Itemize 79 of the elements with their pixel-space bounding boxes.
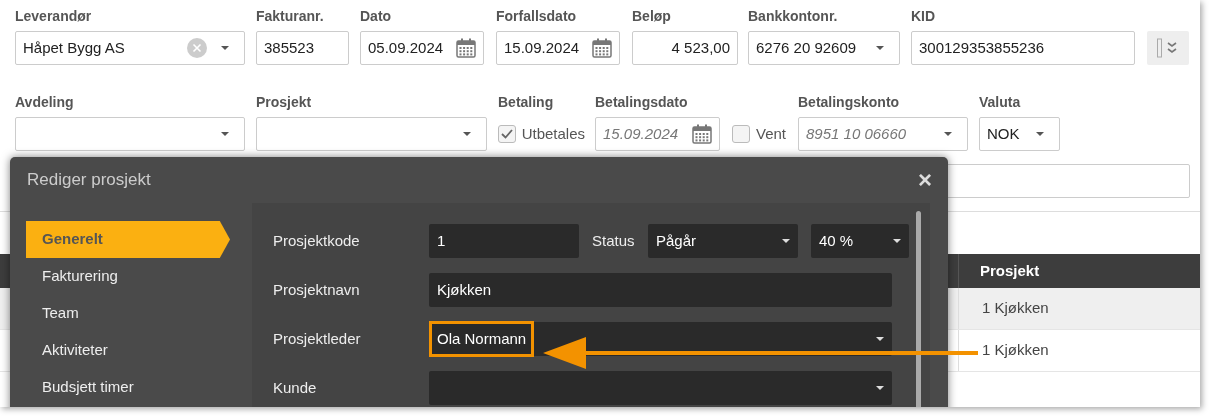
field-label: Bankkontonr. (748, 7, 839, 26)
field-label: Forfallsdato (496, 7, 578, 26)
caret-icon (782, 239, 790, 243)
select-field[interactable] (429, 371, 892, 405)
clear-icon[interactable] (187, 38, 207, 58)
date-field[interactable]: 05.09.2024 (360, 31, 484, 65)
field-label: Prosjekt (256, 93, 313, 112)
select-field[interactable]: NOK (979, 117, 1060, 151)
text-field[interactable]: 1 (429, 224, 579, 258)
field-label: Status (592, 230, 636, 251)
close-button[interactable]: × (918, 168, 932, 192)
field-value: 300129353855236 (919, 37, 1045, 58)
field-label: Prosjektnavn (273, 279, 361, 300)
field-label: Valuta (979, 93, 1022, 112)
field-placeholder: 8951 10 06660 (806, 123, 907, 144)
progress-select[interactable]: 40 % (811, 224, 909, 258)
text-field[interactable]: 385523 (256, 31, 349, 65)
supplier-select[interactable]: Håpet Bygg AS (15, 31, 245, 65)
expand-icon (1157, 38, 1179, 58)
select-field[interactable]: 6276 20 92609 (748, 31, 900, 65)
field-label: Prosjektleder (273, 328, 362, 349)
checkbox-label: Vent (756, 123, 787, 144)
field-placeholder: 15.09.2024 (603, 123, 679, 144)
caret-icon (944, 132, 952, 136)
caret-icon (221, 46, 229, 50)
field-value: 385523 (264, 37, 315, 58)
caret-icon (463, 132, 471, 136)
field-label: Dato (360, 7, 393, 26)
caret-icon (893, 239, 901, 243)
caret-icon (1036, 132, 1044, 136)
calendar-icon (692, 124, 712, 144)
calendar-icon (456, 38, 476, 58)
select-field[interactable] (256, 117, 487, 151)
date-field[interactable]: 15.09.2024 (595, 117, 720, 151)
scrollbar[interactable] (916, 211, 921, 407)
nav-item[interactable]: Fakturering (26, 258, 252, 295)
select-field[interactable] (15, 117, 245, 151)
dialog-title: Rediger prosjekt (27, 169, 151, 192)
caret-icon (876, 386, 884, 390)
status-select[interactable]: Pågår (648, 224, 798, 258)
table-cell-text: 1 Kjøkken (982, 340, 1049, 361)
field-value: 15.09.2024 (504, 37, 580, 58)
caret-icon (221, 132, 229, 136)
field-label: Avdeling (15, 93, 75, 112)
field-label: Kunde (273, 377, 318, 398)
calendar-icon (592, 38, 612, 58)
field-label: Fakturanr. (256, 7, 325, 26)
field-value: Kjøkken (437, 279, 492, 300)
table-cell-text: 1 Kjøkken (982, 298, 1049, 319)
field-value: 6276 20 92609 (756, 37, 857, 58)
caret-icon (876, 337, 884, 341)
expand-button[interactable] (1147, 31, 1189, 65)
nav-item[interactable]: Generelt (26, 221, 230, 258)
amount-field[interactable]: 4 523,00 (632, 31, 738, 65)
date-field[interactable]: 15.09.2024 (496, 31, 620, 65)
field-value: 4 523,00 (671, 37, 730, 58)
field-label: Leverandør (15, 7, 93, 26)
checkbox[interactable] (498, 125, 516, 143)
text-field[interactable]: 300129353855236 (911, 31, 1135, 65)
field-label: KID (911, 7, 937, 26)
field-value: NOK (987, 123, 1020, 144)
check-icon (500, 129, 513, 139)
select-field[interactable]: 8951 10 06660 (798, 117, 968, 151)
field-label: Betalingsdato (595, 93, 689, 112)
checkbox-label: Utbetales (521, 123, 585, 144)
field-value: Håpet Bygg AS (23, 37, 125, 58)
text-field[interactable]: Kjøkken (429, 273, 892, 307)
checkbox[interactable] (732, 125, 750, 143)
field-value: 05.09.2024 (368, 37, 444, 58)
field-label: Betalingskonto (798, 93, 901, 112)
nav-item[interactable]: Budsjett timer (26, 369, 252, 406)
field-value: Ola Normann (437, 328, 527, 349)
field-label: Betaling (498, 93, 555, 112)
field-value: 1 (437, 230, 446, 251)
nav-item[interactable]: Team (26, 295, 252, 332)
field-label: Prosjektkode (273, 230, 361, 251)
field-label: Beløp (632, 7, 672, 26)
caret-icon (876, 46, 884, 50)
nav-item[interactable]: Aktiviteter (26, 332, 252, 369)
